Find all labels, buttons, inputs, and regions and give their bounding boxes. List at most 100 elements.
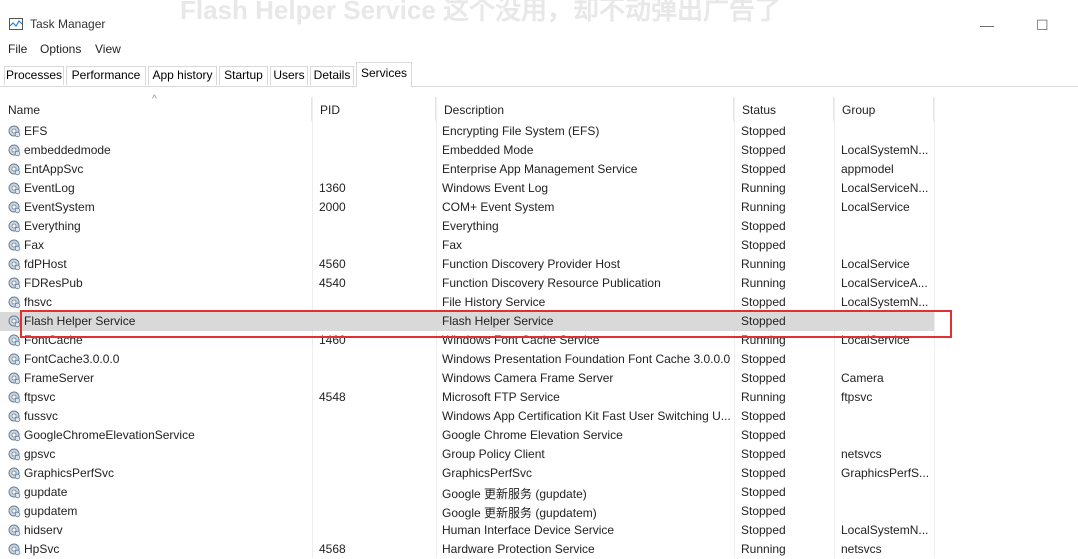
service-status: Stopped <box>741 162 786 176</box>
tab-details[interactable]: Details <box>310 66 354 85</box>
service-gear-icon <box>8 144 21 157</box>
menu-bar: File Options View <box>0 40 1078 60</box>
table-row[interactable]: hidserv Human Interface Device Service Sto… <box>0 521 1078 540</box>
service-group: LocalSystemN... <box>841 295 929 309</box>
service-name: Everything <box>24 219 81 233</box>
service-description: Function Discovery Resource Publication <box>442 276 661 290</box>
table-row[interactable]: fdPHost 4560 Function Discovery Provider H… <box>0 255 1078 274</box>
service-name: embeddedmode <box>24 143 111 157</box>
service-gear-icon <box>8 486 21 499</box>
maximize-button[interactable]: ☐ <box>1036 18 1049 32</box>
service-gear-icon <box>8 296 21 309</box>
column-group-header[interactable]: Group <box>834 97 934 121</box>
service-group: GraphicsPerfS... <box>841 466 930 480</box>
service-name: Fax <box>24 238 45 252</box>
service-gear-icon <box>8 201 21 214</box>
service-name: fdPHost <box>24 257 67 271</box>
menu-view[interactable]: View <box>95 42 121 56</box>
menu-options[interactable]: Options <box>40 42 81 56</box>
service-status: Running <box>741 181 786 195</box>
service-name: gupdatem <box>24 504 78 518</box>
service-name: fhsvc <box>24 295 53 309</box>
column-status-header[interactable]: Status <box>734 97 834 121</box>
service-status: Stopped <box>741 219 786 233</box>
table-row[interactable]: gpsvc Group Policy Client Stopped netsvcs <box>0 445 1078 464</box>
service-name: HpSvc <box>24 542 60 556</box>
table-row[interactable]: embeddedmode Embedded Mode Stopped LocalSys… <box>0 141 1078 160</box>
table-row[interactable]: EFS Encrypting File System (EFS) Stopped <box>0 122 1078 141</box>
tab-performance[interactable]: Performance <box>66 66 146 85</box>
service-status: Stopped <box>741 409 786 423</box>
column-pid-header[interactable]: PID <box>312 97 436 121</box>
tab-users[interactable]: Users <box>270 66 308 85</box>
service-status: Stopped <box>741 143 786 157</box>
service-group: ftpsvc <box>841 390 873 404</box>
table-row[interactable]: FontCache3.0.0.0 Windows Presentation Fou… <box>0 350 1078 369</box>
service-description: Group Policy Client <box>442 447 545 461</box>
service-group: LocalServiceA... <box>841 276 928 290</box>
service-name: EventLog <box>24 181 75 195</box>
table-row[interactable]: EventSystem 2000 COM+ Event System Running L… <box>0 198 1078 217</box>
table-row[interactable]: HpSvc 4568 Hardware Protection Service Runn… <box>0 540 1078 559</box>
tab-startup[interactable]: Startup <box>219 66 268 85</box>
table-row[interactable]: EntAppSvc Enterprise App Management Servi… <box>0 160 1078 179</box>
service-gear-icon <box>8 448 21 461</box>
column-name-header[interactable]: Name <box>0 97 312 121</box>
column-description-header[interactable]: Description <box>436 97 734 121</box>
table-row[interactable]: Everything Everything Stopped <box>0 217 1078 236</box>
table-row[interactable]: Fax Fax Stopped <box>0 236 1078 255</box>
service-gear-icon <box>8 524 21 537</box>
service-gear-icon <box>8 353 21 366</box>
table-row[interactable]: GraphicsPerfSvc GraphicsPerfSvc Stopped Gra… <box>0 464 1078 483</box>
service-description: Windows Event Log <box>442 181 549 195</box>
service-pid: 4548 <box>319 390 346 404</box>
service-name: fussvc <box>24 409 59 423</box>
table-row[interactable]: gupdatem Google 更新服务 (gupdatem) Stopped <box>0 502 1078 521</box>
service-description: Encrypting File System (EFS) <box>442 124 600 138</box>
service-name: FrameServer <box>24 371 95 385</box>
service-description: Google 更新服务 (gupdatem) <box>442 506 597 520</box>
tab-app-history[interactable]: App history <box>148 66 217 85</box>
service-status: Stopped <box>741 523 786 537</box>
task-manager-icon <box>9 18 23 30</box>
service-pid: 2000 <box>319 200 346 214</box>
service-description: Everything <box>442 219 499 233</box>
tab-processes[interactable]: Processes <box>4 66 64 85</box>
service-name: gupdate <box>24 485 68 499</box>
service-gear-icon <box>8 315 21 328</box>
table-row[interactable]: GoogleChromeElevationService Google Chrom… <box>0 426 1078 445</box>
service-description: Fax <box>442 238 463 252</box>
service-status: Stopped <box>741 504 786 518</box>
service-pid: 4568 <box>319 542 346 556</box>
table-row[interactable]: ftpsvc 4548 Microsoft FTP Service Running ft… <box>0 388 1078 407</box>
service-gear-icon <box>8 372 21 385</box>
service-group: LocalService <box>841 257 910 271</box>
service-name: EFS <box>24 124 48 138</box>
menu-file[interactable]: File <box>8 42 27 56</box>
service-description: Windows App Certification Kit Fast User … <box>442 409 730 423</box>
service-name: GraphicsPerfSvc <box>24 466 115 480</box>
annotation-highlight-box <box>20 310 952 338</box>
table-row[interactable]: FrameServer Windows Camera Frame Server St… <box>0 369 1078 388</box>
service-status: Stopped <box>741 447 786 461</box>
table-row[interactable]: gupdate Google 更新服务 (gupdate) Stopped <box>0 483 1078 502</box>
service-pid: 4540 <box>319 276 346 290</box>
service-description: File History Service <box>442 295 546 309</box>
service-group: appmodel <box>841 162 894 176</box>
minimize-button[interactable]: — <box>980 18 994 32</box>
service-name: ftpsvc <box>24 390 56 404</box>
service-description: Windows Presentation Foundation Font Cac… <box>442 352 730 366</box>
tab-services[interactable]: Services <box>356 62 412 87</box>
table-row[interactable]: FDResPub 4540 Function Discovery Resource … <box>0 274 1078 293</box>
service-status: Running <box>741 200 786 214</box>
service-gear-icon <box>8 410 21 423</box>
service-status: Stopped <box>741 371 786 385</box>
service-name: gpsvc <box>24 447 56 461</box>
service-description: Google Chrome Elevation Service <box>442 428 623 442</box>
service-description: Microsoft FTP Service <box>442 390 560 404</box>
service-status: Stopped <box>741 238 786 252</box>
service-description: COM+ Event System <box>442 200 555 214</box>
table-row[interactable]: fussvc Windows App Certification Kit Fast… <box>0 407 1078 426</box>
service-description: Enterprise App Management Service <box>442 162 638 176</box>
table-row[interactable]: EventLog 1360 Windows Event Log Running Loca… <box>0 179 1078 198</box>
